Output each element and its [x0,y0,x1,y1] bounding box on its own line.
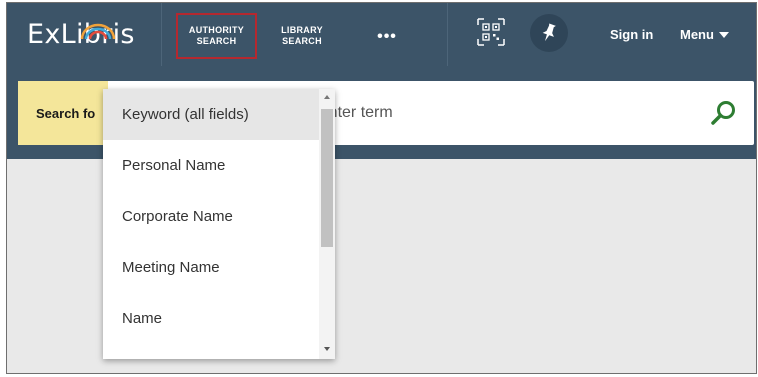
qr-code-icon[interactable] [477,18,505,46]
caret-down-icon [718,31,729,38]
scroll-up-icon[interactable] [324,95,330,99]
library-search-nav[interactable]: LIBRARY SEARCH [262,13,342,59]
dropdown-scrollbar[interactable] [319,89,335,359]
search-input[interactable] [318,81,698,145]
dropdown-options: Keyword (all fields) Personal Name Corpo… [103,89,319,344]
app-frame: ExLibris AUTHORITY SEARCH LIBRARY SEARCH… [6,2,757,374]
pin-icon [542,23,556,42]
authority-search-nav[interactable]: AUTHORITY SEARCH [176,13,257,59]
scrollbar-thumb[interactable] [321,109,333,247]
nav-divider [161,3,162,66]
menu-button[interactable]: Menu [680,27,729,42]
nav-divider [447,3,448,66]
top-bar: ExLibris AUTHORITY SEARCH LIBRARY SEARCH… [7,3,756,66]
more-dots-icon: ••• [377,27,397,45]
library-search-line1: LIBRARY [281,25,323,35]
sign-in-link[interactable]: Sign in [610,27,653,42]
authority-search-line1: AUTHORITY [188,25,245,35]
logo-arc-icon [80,23,116,40]
search-icon[interactable] [708,97,740,129]
search-field-dropdown[interactable]: Keyword (all fields) Personal Name Corpo… [103,89,335,359]
dropdown-option-name[interactable]: Name [103,293,319,344]
library-search-line2: SEARCH [282,36,322,46]
authority-search-line2: SEARCH [196,36,237,46]
menu-label: Menu [680,27,714,42]
dropdown-option-keyword[interactable]: Keyword (all fields) [103,89,319,140]
dropdown-option-personal-name[interactable]: Personal Name [103,140,319,191]
dropdown-option-corporate-name[interactable]: Corporate Name [103,191,319,242]
more-nav-button[interactable]: ••• [352,13,422,59]
dropdown-option-meeting-name[interactable]: Meeting Name [103,242,319,293]
pin-button[interactable] [530,14,568,52]
exlibris-logo[interactable]: ExLibris [27,17,135,53]
search-field-selector[interactable]: Search fo [18,81,108,145]
scroll-down-icon[interactable] [324,347,330,351]
